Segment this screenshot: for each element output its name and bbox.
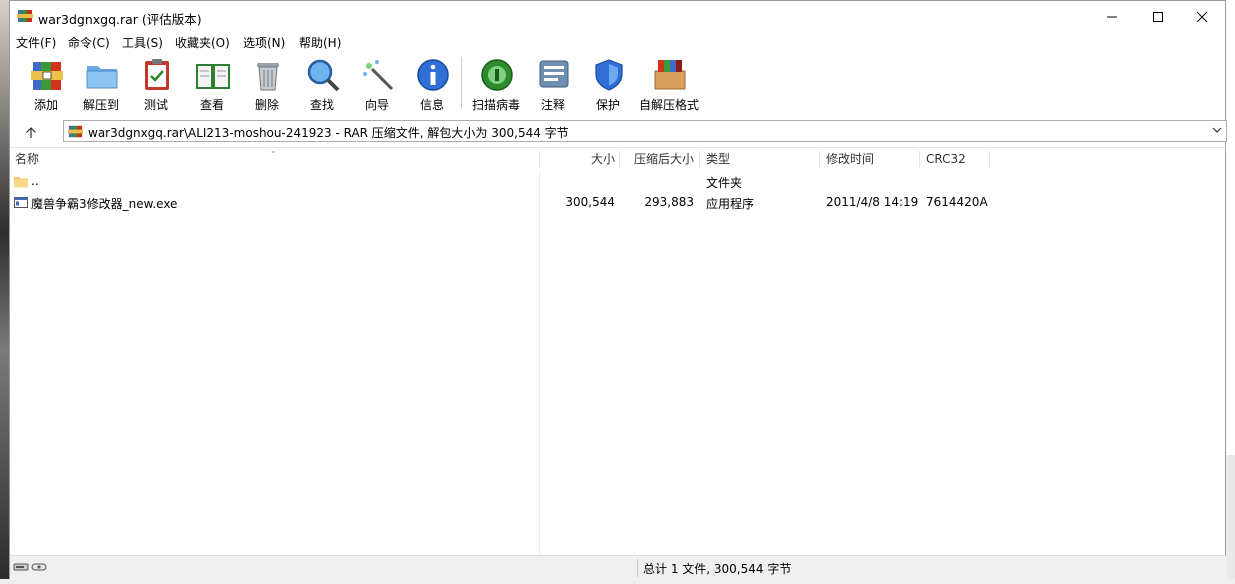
menu-bar: 文件(F) 命令(C) 工具(S) 收藏夹(O) 选项(N) 帮助(H) <box>10 32 1225 52</box>
menu-help[interactable]: 帮助(H) <box>299 34 341 51</box>
desktop-background-right-lower <box>1226 455 1235 584</box>
menu-options[interactable]: 选项(N) <box>243 34 285 51</box>
maximize-button[interactable] <box>1135 1 1181 32</box>
column-separator <box>619 151 620 167</box>
comment-icon <box>539 60 569 88</box>
column-divider <box>539 170 540 556</box>
table-row[interactable]: 魔兽争霸3修改器_new.exe 300,544 293,883 应用程序 20… <box>10 193 1010 213</box>
column-separator <box>989 151 990 167</box>
cell-name: .. <box>31 174 39 188</box>
status-text: 总计 1 文件, 300,544 字节 <box>643 562 792 576</box>
exe-file-icon <box>14 197 28 208</box>
test-clipboard-icon <box>145 59 169 90</box>
winrar-window: war3dgnxgq.rar (评估版本) 文件(F) 命令(C) 工具(S) … <box>9 0 1227 580</box>
cell-packed: 293,883 <box>644 195 694 209</box>
column-header-modified[interactable]: 修改时间 <box>826 148 874 170</box>
up-folder-button[interactable] <box>19 122 43 142</box>
cell-crc: 7614420A <box>926 195 988 209</box>
minimize-icon <box>1107 16 1117 17</box>
menu-command[interactable]: 命令(C) <box>68 34 110 51</box>
magnifier-icon <box>307 59 340 92</box>
toolbar: 添加 解压到 测试 查看 删除 查找 向导 信息 扫描病毒 注释 保护 自解压格… <box>10 53 1225 117</box>
status-bar: 总计 1 文件, 300,544 字节 <box>10 555 1227 580</box>
column-separator <box>819 151 820 167</box>
add-archive-icon <box>31 62 63 90</box>
cell-size: 300,544 <box>565 195 615 209</box>
view-button[interactable]: 查看 <box>187 55 237 115</box>
menu-tools[interactable]: 工具(S) <box>122 34 163 51</box>
view-book-icon <box>196 64 230 89</box>
column-header-packed[interactable]: 压缩后大小 <box>624 148 694 170</box>
archive-icon <box>68 125 83 138</box>
comment-button[interactable]: 注释 <box>528 55 578 115</box>
sort-indicator-icon: ⌄ <box>270 146 277 155</box>
delete-button[interactable]: 删除 <box>242 55 292 115</box>
sfx-box-icon <box>654 60 686 90</box>
winrar-app-icon <box>17 10 33 22</box>
column-separator <box>919 151 920 167</box>
menu-file[interactable]: 文件(F) <box>16 34 56 51</box>
magic-wand-icon <box>363 60 394 91</box>
close-icon <box>1196 11 1208 22</box>
add-button[interactable]: 添加 <box>21 55 71 115</box>
column-header-type[interactable]: 类型 <box>706 148 730 170</box>
protect-button[interactable]: 保护 <box>583 55 633 115</box>
shield-icon <box>595 59 623 91</box>
column-separator <box>699 151 700 167</box>
extract-to-button[interactable]: 解压到 <box>76 55 126 115</box>
column-header-name[interactable]: 名称 <box>15 148 39 170</box>
cell-type: 文件夹 <box>706 176 743 190</box>
wizard-button[interactable]: 向导 <box>352 55 402 115</box>
column-separator <box>539 151 540 167</box>
drive-icon <box>13 563 47 571</box>
window-title: war3dgnxgq.rar (评估版本) <box>38 12 202 27</box>
address-path: war3dgnxgq.rar\ALI213-moshou-241923 - RA… <box>88 126 569 140</box>
close-button[interactable] <box>1179 1 1225 32</box>
sfx-button[interactable]: 自解压格式 <box>639 55 699 115</box>
virus-scan-button[interactable]: 扫描病毒 <box>471 55 521 115</box>
table-row[interactable]: .. 文件夹 <box>10 172 1010 192</box>
trash-can-icon <box>257 63 279 91</box>
arrow-up-icon <box>26 126 36 138</box>
minimize-button[interactable] <box>1089 1 1135 32</box>
menu-favorites[interactable]: 收藏夹(O) <box>175 34 230 51</box>
folder-icon <box>14 177 28 188</box>
info-icon <box>417 59 449 91</box>
extract-folder-icon <box>86 66 118 89</box>
file-list[interactable]: 名称 ⌄ 大小 压缩后大小 类型 修改时间 CRC32 .. 文件夹 魔兽争霸3… <box>10 146 1227 556</box>
chevron-down-icon[interactable] <box>1212 126 1222 134</box>
address-row: war3dgnxgq.rar\ALI213-moshou-241923 - RA… <box>10 118 1227 146</box>
status-separator <box>637 559 638 577</box>
test-button[interactable]: 测试 <box>131 55 181 115</box>
info-button[interactable]: 信息 <box>407 55 457 115</box>
address-bar[interactable]: war3dgnxgq.rar\ALI213-moshou-241923 - RA… <box>63 120 1227 142</box>
column-header-size[interactable]: 大小 <box>545 148 615 170</box>
cell-name: 魔兽争霸3修改器_new.exe <box>31 197 178 211</box>
virus-scan-icon <box>481 59 513 91</box>
maximize-icon <box>1153 11 1163 22</box>
desktop-background-left <box>0 0 9 584</box>
column-header-crc32[interactable]: CRC32 <box>926 148 966 170</box>
cell-type: 应用程序 <box>706 197 755 211</box>
protect-label: 保护 <box>595 98 620 112</box>
title-bar[interactable]: war3dgnxgq.rar (评估版本) <box>10 1 1225 32</box>
find-button[interactable]: 查找 <box>297 55 347 115</box>
sfx-label: 自解压格式 <box>638 98 699 112</box>
cell-modified: 2011/4/8 14:19 <box>826 195 919 209</box>
info-label: 信息 <box>419 98 444 112</box>
